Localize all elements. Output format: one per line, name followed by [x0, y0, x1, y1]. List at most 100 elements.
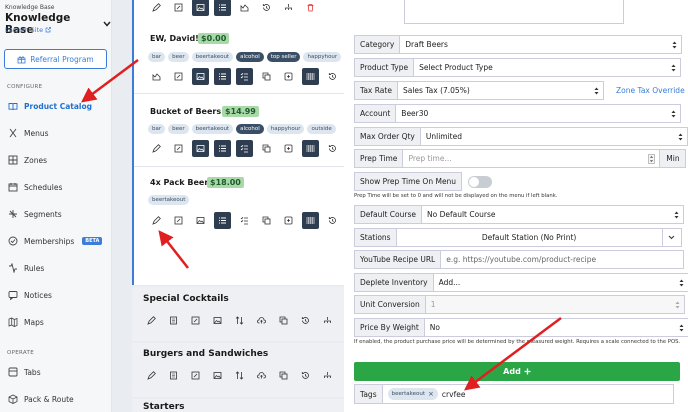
- clone-icon[interactable]: [280, 68, 297, 85]
- product-card[interactable]: EW, David! $0.00 bar beer beertakeout al…: [134, 22, 344, 94]
- barcode-icon[interactable]: [302, 140, 319, 157]
- stepper-icon[interactable]: [648, 154, 656, 164]
- checklist-icon[interactable]: [236, 68, 253, 85]
- document-icon[interactable]: [165, 367, 182, 384]
- description-textarea[interactable]: [404, 0, 624, 24]
- clone-icon[interactable]: [280, 140, 297, 157]
- sidebar-item-product-catalog[interactable]: Product Catalog: [0, 95, 111, 117]
- hierarchy-icon[interactable]: [280, 0, 297, 16]
- prep-time-input[interactable]: Prep time...: [402, 149, 661, 168]
- copy-icon[interactable]: [258, 212, 275, 229]
- hierarchy-icon[interactable]: [319, 367, 336, 384]
- copy-icon[interactable]: [275, 367, 292, 384]
- tag: beer: [168, 124, 189, 134]
- membership-icon: [7, 236, 18, 247]
- sort-icon[interactable]: [231, 367, 248, 384]
- category-select[interactable]: Draft Beers: [399, 35, 683, 54]
- note-edit-icon[interactable]: [187, 367, 204, 384]
- history-icon[interactable]: [324, 68, 341, 85]
- history-icon[interactable]: [297, 312, 314, 329]
- image-icon[interactable]: [209, 312, 226, 329]
- barcode-icon[interactable]: [302, 212, 319, 229]
- history-icon[interactable]: [258, 0, 275, 16]
- list-icon[interactable]: [214, 212, 231, 229]
- show-prep-toggle[interactable]: [468, 175, 493, 188]
- sidebar-item-menus[interactable]: Menus: [0, 122, 111, 144]
- stations-dropdown-button[interactable]: [662, 228, 682, 247]
- product-type-select[interactable]: Select Product Type: [413, 58, 682, 77]
- image-icon[interactable]: [192, 68, 209, 85]
- cloud-upload-icon[interactable]: [253, 312, 270, 329]
- sidebar-item-rules[interactable]: Rules: [0, 257, 111, 279]
- sidebar-item-pack-route[interactable]: Pack & Route: [0, 388, 111, 410]
- youtube-url-input[interactable]: e.g. https://youtube.com/product-recipe: [440, 250, 685, 269]
- checklist-icon[interactable]: [236, 212, 253, 229]
- remove-tag-icon[interactable]: ×: [428, 390, 434, 398]
- document-icon[interactable]: [165, 312, 182, 329]
- account-select[interactable]: Beer30: [395, 104, 682, 123]
- category-section[interactable]: Burgers and Sandwiches: [132, 343, 344, 397]
- sidebar-item-notices[interactable]: Notices: [0, 284, 111, 306]
- sidebar-item-zones[interactable]: Zones: [0, 149, 111, 171]
- image-icon[interactable]: [192, 140, 209, 157]
- category-section[interactable]: Special Cocktails: [132, 287, 344, 341]
- sidebar-item-schedules[interactable]: Schedules: [0, 176, 111, 198]
- sidebar: Knowledge Base Knowledge Base Launch Sit…: [0, 0, 112, 412]
- image-icon[interactable]: [209, 367, 226, 384]
- list-icon[interactable]: [214, 68, 231, 85]
- note-edit-icon[interactable]: [170, 212, 187, 229]
- tags-input[interactable]: beertakeout × crvfee: [381, 384, 674, 404]
- sidebar-item-tabs[interactable]: Tabs: [0, 361, 111, 383]
- cloud-upload-icon[interactable]: [253, 367, 270, 384]
- hierarchy-icon[interactable]: [319, 312, 336, 329]
- note-edit-icon[interactable]: [170, 68, 187, 85]
- referral-program-button[interactable]: Referral Program: [4, 49, 107, 69]
- copy-icon[interactable]: [258, 140, 275, 157]
- history-icon[interactable]: [324, 140, 341, 157]
- max-order-select[interactable]: Unlimited: [419, 127, 688, 146]
- list-icon[interactable]: [214, 140, 231, 157]
- note-edit-icon[interactable]: [170, 0, 187, 16]
- edit-icon[interactable]: [148, 140, 165, 157]
- edit-icon[interactable]: [143, 312, 160, 329]
- unit-conversion-input[interactable]: 1: [424, 295, 685, 314]
- history-icon[interactable]: [297, 367, 314, 384]
- deplete-select[interactable]: Add...: [432, 273, 688, 292]
- image-icon[interactable]: [192, 212, 209, 229]
- barcode-icon[interactable]: [302, 68, 319, 85]
- tax-rate-select[interactable]: Sales Tax (7.05%): [396, 81, 604, 100]
- default-course-select[interactable]: No Default Course: [420, 205, 684, 224]
- note-edit-icon[interactable]: [187, 312, 204, 329]
- checklist-icon[interactable]: [236, 140, 253, 157]
- product-actions: [148, 212, 344, 229]
- edit-icon[interactable]: [148, 212, 165, 229]
- copy-icon[interactable]: [258, 68, 275, 85]
- sidebar-item-maps[interactable]: Maps: [0, 311, 111, 333]
- zone-tax-override-link[interactable]: Zone Tax Override: [616, 86, 685, 95]
- package-icon: [7, 394, 18, 405]
- list-icon[interactable]: [214, 0, 231, 16]
- launch-site-link[interactable]: Launch Site: [5, 26, 51, 34]
- product-card[interactable]: Bucket of Beers! $14.99 bar beer beertak…: [134, 95, 344, 167]
- price-weight-select[interactable]: No: [423, 318, 688, 337]
- product-card[interactable]: 4x Pack Beer $18.00 beertakeout: [134, 168, 344, 240]
- note-edit-icon[interactable]: [170, 140, 187, 157]
- edit-icon[interactable]: [143, 367, 160, 384]
- sidebar-item-segments[interactable]: Segments: [0, 203, 111, 225]
- sort-icon[interactable]: [231, 312, 248, 329]
- modifiers-icon[interactable]: [236, 0, 253, 16]
- add-button[interactable]: Add: [354, 362, 680, 381]
- sidebar-item-memberships[interactable]: Memberships BETA: [0, 230, 111, 252]
- beta-badge: BETA: [82, 237, 103, 245]
- category-section[interactable]: Starters: [132, 399, 344, 412]
- image-icon[interactable]: [192, 0, 209, 16]
- edit-icon[interactable]: [148, 0, 165, 16]
- trash-icon[interactable]: [302, 0, 319, 16]
- tag: bar: [148, 52, 166, 62]
- modifiers-icon[interactable]: [148, 68, 165, 85]
- history-icon[interactable]: [324, 212, 341, 229]
- copy-icon[interactable]: [275, 312, 292, 329]
- clone-icon[interactable]: [280, 212, 297, 229]
- stations-select[interactable]: Default Station (No Print): [395, 228, 663, 247]
- price-weight-label: Price By Weight: [354, 318, 424, 337]
